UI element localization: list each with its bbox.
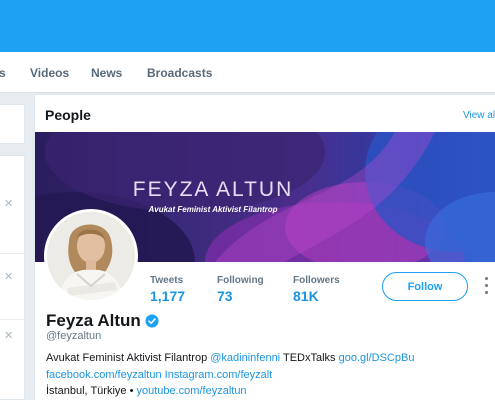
following-count: 73 xyxy=(217,288,233,304)
profile-handle[interactable]: @feyzaltun xyxy=(46,330,101,342)
separator: • xyxy=(126,385,137,397)
people-heading: People xyxy=(45,107,91,123)
bio-facebook-link[interactable]: facebook.com/feyzaltun xyxy=(46,369,162,381)
banner-title: FEYZA ALTUN xyxy=(132,178,294,201)
divider xyxy=(0,253,24,254)
profile-name[interactable]: Feyza Altun xyxy=(46,311,141,331)
bio-short-link[interactable]: goo.gl/DSCpBu xyxy=(339,352,415,364)
profile-website-link[interactable]: youtube.com/feyzaltun xyxy=(136,385,246,397)
profile-location-row: İstanbul, Türkiye • youtube.com/feyzaltu… xyxy=(46,385,247,397)
follow-button[interactable]: Follow xyxy=(382,272,468,301)
profile-name-row: Feyza Altun xyxy=(46,311,159,331)
divider xyxy=(0,319,24,320)
tweets-label: Tweets xyxy=(150,275,184,286)
followers-count: 81K xyxy=(293,288,319,304)
more-options-icon[interactable] xyxy=(480,273,492,299)
dismiss-icon[interactable]: ✕ xyxy=(4,199,13,210)
people-card: People View all FEYZA ALTUN Avukat Femin… xyxy=(34,94,495,400)
tab-videos[interactable]: Videos xyxy=(30,66,69,80)
bio-mention-link[interactable]: @kadininfenni xyxy=(210,352,280,364)
avatar-image xyxy=(47,212,135,300)
left-sidebar-card xyxy=(0,104,25,144)
stat-following[interactable]: Following 73 xyxy=(217,275,264,304)
followers-label: Followers xyxy=(293,275,340,286)
avatar-photo xyxy=(47,212,135,300)
view-all-link[interactable]: View all xyxy=(463,110,495,121)
dismiss-icon[interactable]: ✕ xyxy=(4,331,13,342)
search-tabs: s Videos News Broadcasts xyxy=(0,52,495,93)
profile-bio: Avukat Feminist Aktivist Filantrop @kadi… xyxy=(46,350,466,384)
tweets-count: 1,177 xyxy=(150,288,186,304)
bio-instagram-link[interactable]: Instagram.com/feyzalt xyxy=(165,369,273,381)
tab-news[interactable]: News xyxy=(91,66,122,80)
following-label: Following xyxy=(217,275,264,286)
top-navigation-bar xyxy=(0,0,495,52)
bio-text: Avukat Feminist Aktivist Filantrop xyxy=(46,352,211,364)
bio-text: TEDxTalks xyxy=(280,352,339,364)
profile-location: İstanbul, Türkiye xyxy=(46,385,127,397)
tab-accounts[interactable]: s xyxy=(0,66,6,80)
left-sidebar-suggestions: ✕ ✕ ✕ xyxy=(0,155,25,400)
stat-tweets[interactable]: Tweets 1,177 xyxy=(150,275,185,304)
dismiss-icon[interactable]: ✕ xyxy=(4,272,13,283)
stat-followers[interactable]: Followers 81K xyxy=(293,275,340,304)
tab-broadcasts[interactable]: Broadcasts xyxy=(147,66,212,80)
avatar[interactable] xyxy=(44,209,138,303)
verified-badge-icon xyxy=(145,314,159,328)
